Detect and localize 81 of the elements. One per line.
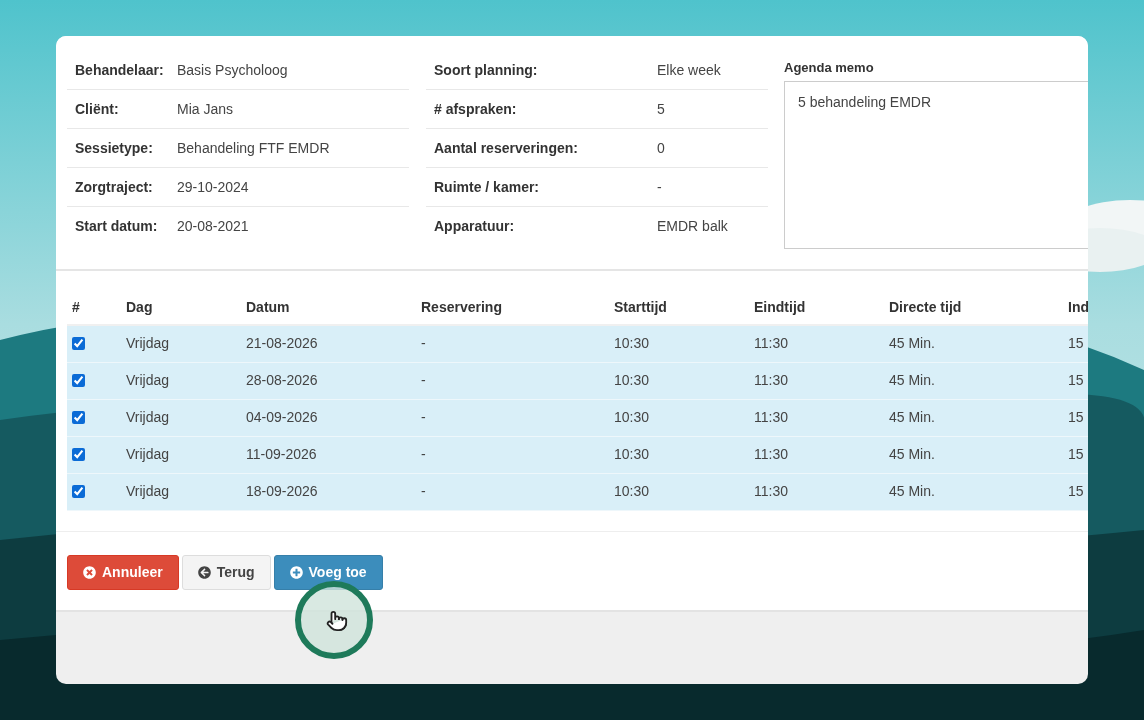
- field-label: Ruimte / kamer:: [434, 177, 541, 197]
- table-row[interactable]: Vrijdag 18-09-2026 - 10:30 11:30 45 Min. 15: [67, 473, 1088, 511]
- table-cell: -: [421, 409, 426, 425]
- close-icon: [83, 565, 96, 579]
- arrow-left-icon: [197, 565, 211, 579]
- column-header: Eindtijd: [754, 298, 806, 315]
- field-label: Behandelaar:: [75, 60, 165, 80]
- memo-field[interactable]: 5 behandeling EMDR: [784, 80, 1088, 249]
- table-cell: Vrijdag: [126, 372, 170, 388]
- back-button[interactable]: Terug: [181, 554, 271, 590]
- column-header: #: [72, 298, 80, 315]
- field-label: Zorgtraject:: [75, 177, 154, 197]
- table-cell: 11:30: [754, 483, 788, 499]
- table-cell: 45 Min.: [889, 409, 935, 425]
- field-label: Apparatuur:: [434, 217, 516, 236]
- field-label: Soort planning:: [434, 60, 539, 80]
- table-cell: 45 Min.: [889, 335, 935, 351]
- row-checkbox[interactable]: [72, 374, 85, 387]
- table-cell: 45 Min.: [889, 446, 935, 462]
- table-cell: Vrijdag: [126, 483, 170, 499]
- table-cell: 11:30: [754, 372, 788, 388]
- table-cell: -: [421, 483, 426, 499]
- table-cell: 15: [1068, 372, 1084, 388]
- field-value: Mia Jans: [177, 99, 234, 119]
- table-row[interactable]: Vrijdag 04-09-2026 - 10:30 11:30 45 Min. 15: [67, 399, 1088, 437]
- table-cell: 45 Min.: [889, 372, 935, 388]
- field-value: 29-10-2024: [177, 177, 249, 197]
- table-cell: 45 Min.: [889, 483, 935, 499]
- table-cell: 10:30: [614, 372, 650, 388]
- cancel-button[interactable]: Annuleer: [67, 554, 179, 590]
- field-label: # afspraken:: [434, 99, 518, 119]
- table-cell: 15: [1068, 446, 1084, 462]
- table-row[interactable]: Vrijdag 28-08-2026 - 10:30 11:30 45 Min. 15: [67, 362, 1088, 400]
- table-cell: 11:30: [754, 446, 788, 462]
- table-cell: 10:30: [614, 446, 650, 462]
- field-value: -: [657, 177, 662, 197]
- table-cell: Vrijdag: [126, 446, 170, 462]
- table-cell: 10:30: [614, 483, 650, 499]
- table-cell: -: [421, 335, 426, 351]
- table-cell: Vrijdag: [126, 409, 170, 425]
- column-header: Reservering: [421, 298, 502, 315]
- row-checkbox[interactable]: [72, 448, 85, 461]
- table-cell: -: [421, 446, 426, 462]
- column-header: Starttijd: [614, 298, 667, 315]
- field-label: Sessietype:: [75, 138, 154, 158]
- table-cell: 15: [1068, 335, 1084, 351]
- add-button[interactable]: Voeg toe: [273, 554, 383, 590]
- field-value: Elke week: [657, 60, 721, 80]
- field-label: Aantal reserveringen:: [434, 138, 579, 158]
- field-label: Cliënt:: [75, 99, 120, 119]
- column-header: Directe tijd: [889, 298, 962, 315]
- field-value: EMDR balk: [657, 217, 728, 236]
- column-header: Ind: [1068, 298, 1088, 315]
- plus-icon: [289, 565, 303, 579]
- field-value: 20-08-2021: [177, 217, 249, 236]
- table-cell: 10:30: [614, 409, 650, 425]
- column-header: Datum: [246, 298, 290, 315]
- table-cell: 21-08-2026: [246, 335, 318, 351]
- table-row[interactable]: Vrijdag 21-08-2026 - 10:30 11:30 45 Min. 15: [67, 325, 1088, 363]
- field-value: 0: [657, 138, 665, 158]
- table-cell: 04-09-2026: [246, 409, 318, 425]
- table-cell: 15: [1068, 483, 1084, 499]
- table-cell: 11:30: [754, 335, 788, 351]
- row-checkbox[interactable]: [72, 337, 85, 350]
- table-cell: 11:30: [754, 409, 788, 425]
- table-cell: 18-09-2026: [246, 483, 318, 499]
- table-cell: 11-09-2026: [246, 446, 317, 462]
- field-value: Basis Psycholoog: [177, 60, 288, 80]
- table-row[interactable]: Vrijdag 11-09-2026 - 10:30 11:30 45 Min. 15: [67, 436, 1088, 474]
- table-cell: Vrijdag: [126, 335, 170, 351]
- memo-label: Agenda memo: [784, 59, 875, 77]
- table-cell: 28-08-2026: [246, 372, 318, 388]
- row-checkbox[interactable]: [72, 485, 85, 498]
- field-value: 5: [657, 99, 665, 119]
- field-label: Start datum:: [75, 217, 159, 236]
- table-cell: 15: [1068, 409, 1084, 425]
- table-cell: -: [421, 372, 426, 388]
- field-value: Behandeling FTF EMDR: [177, 138, 330, 158]
- row-checkbox[interactable]: [72, 411, 85, 424]
- table-cell: 10:30: [614, 335, 650, 351]
- column-header: Dag: [126, 298, 153, 315]
